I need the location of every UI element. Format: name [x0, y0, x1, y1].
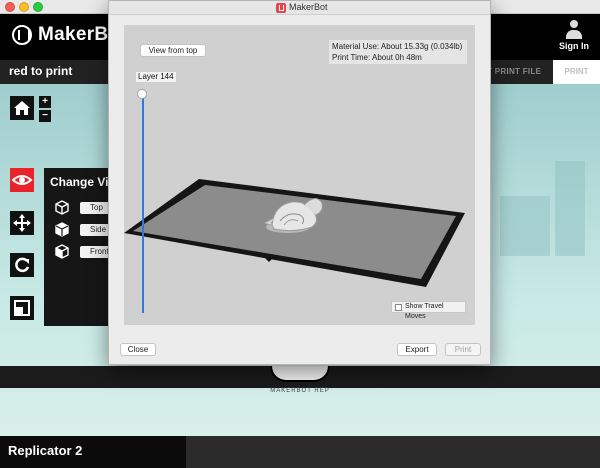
scale-icon: [14, 300, 30, 316]
background-building: [500, 196, 550, 256]
home-view-button[interactable]: [10, 96, 34, 120]
eye-icon: [11, 175, 33, 185]
close-button[interactable]: Close: [120, 343, 156, 356]
change-view-panel: Change Vie Top Side Front: [44, 168, 120, 326]
makerbot-logo-icon: [12, 25, 32, 45]
dialog-titlebar: MakerBot: [109, 1, 490, 15]
sign-in-button[interactable]: Sign In: [552, 17, 596, 51]
sign-in-label: Sign In: [559, 41, 589, 51]
print-status-text: red to print: [9, 64, 73, 78]
printer-dome: [270, 366, 330, 382]
rotate-icon: [15, 257, 30, 273]
layer-slider-track[interactable]: [142, 95, 144, 313]
cube-icon: [55, 200, 69, 215]
print-dialog-button[interactable]: Print: [445, 343, 481, 356]
printer-model-text: MAKERBOT REP: [270, 388, 330, 394]
print-time-text: Print Time: About 0h 48m: [332, 53, 422, 62]
layer-slider-handle[interactable]: [137, 89, 147, 99]
print-info-box: Material Use: About 15.33g (0.034lb) Pri…: [329, 40, 467, 64]
export-button[interactable]: Export: [397, 343, 437, 356]
zoom-window-icon[interactable]: [33, 2, 43, 12]
view-tool-button[interactable]: [10, 168, 34, 192]
show-travel-moves-checkbox[interactable]: Show Travel Moves: [391, 301, 466, 320]
layer-label: Layer 144: [136, 72, 176, 82]
close-window-icon[interactable]: [5, 2, 15, 12]
checkbox-icon[interactable]: [395, 304, 402, 311]
user-icon: [566, 20, 582, 40]
plus-icon: +: [42, 96, 48, 107]
view-side-row[interactable]: Side: [55, 222, 120, 238]
material-use-text: Material Use: About 15.33g (0.034lb): [332, 42, 463, 51]
preview-viewport[interactable]: View from top Material Use: About 15.33g…: [124, 25, 475, 325]
print-button[interactable]: PRINT: [553, 60, 600, 84]
view-from-top-button[interactable]: View from top: [140, 44, 206, 57]
home-icon: [14, 101, 30, 115]
dialog-title: MakerBot: [289, 2, 328, 12]
export-print-file-button[interactable]: T PRINT FILE: [487, 67, 541, 76]
view-top-row[interactable]: Top: [55, 200, 120, 216]
zoom-out-button[interactable]: −: [39, 110, 51, 122]
makerbot-app-icon: [276, 3, 286, 13]
move-arrows-icon: [13, 214, 31, 232]
cube-icon: [55, 222, 69, 237]
build-plate-preview: [124, 179, 465, 287]
zoom-in-button[interactable]: +: [39, 96, 51, 108]
change-view-title: Change Vie: [50, 175, 116, 189]
print-preview-dialog: MakerBot View from top Material Use: Abo…: [108, 0, 491, 365]
background-building: [555, 161, 585, 256]
rotate-tool-button[interactable]: [10, 253, 34, 277]
minimize-window-icon[interactable]: [19, 2, 29, 12]
cube-icon: [55, 244, 69, 259]
move-tool-button[interactable]: [10, 211, 34, 235]
scale-tool-button[interactable]: [10, 296, 34, 320]
printer-select[interactable]: Replicator 2: [0, 436, 186, 468]
view-front-row[interactable]: Front: [55, 244, 120, 260]
minus-icon: −: [42, 110, 48, 121]
